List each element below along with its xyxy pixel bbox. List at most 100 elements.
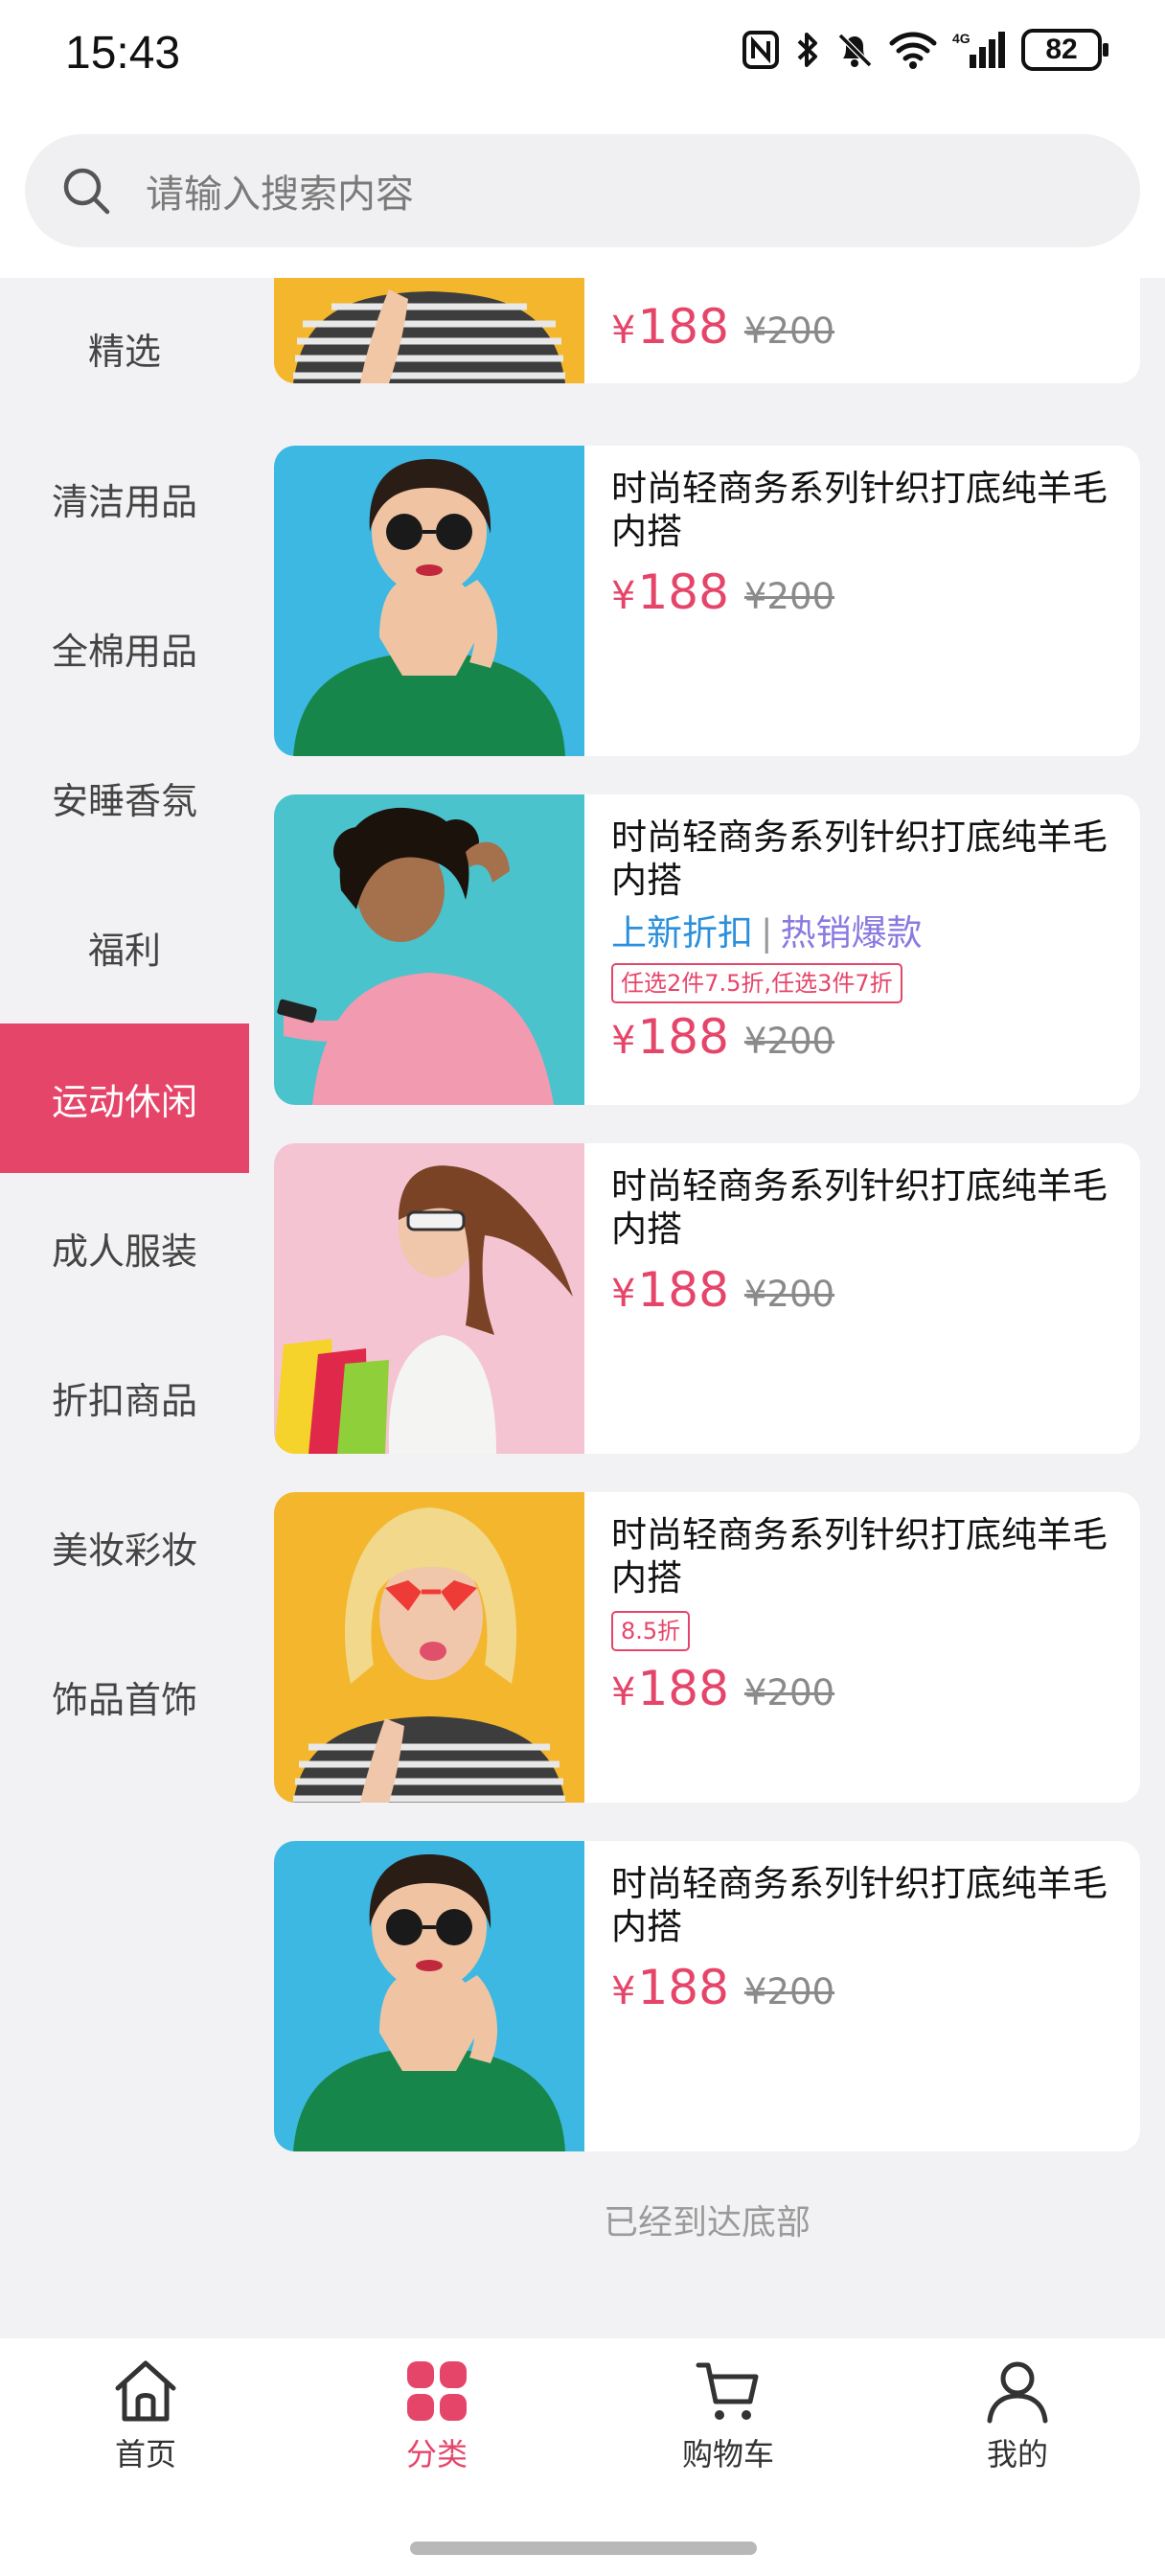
- search-input[interactable]: 请输入搜索内容: [25, 134, 1140, 247]
- sidebar-item-discount[interactable]: 折扣商品: [0, 1322, 249, 1472]
- sidebar-item-label: 美妆彩妆: [51, 1529, 197, 1572]
- search-icon: [63, 168, 110, 215]
- tab-cart-label: 购物车: [681, 2436, 774, 2472]
- product-price: ¥188: [611, 1262, 729, 1318]
- promo-badge: 任选2件7.5折,任选3件7折: [611, 963, 902, 1003]
- sidebar-item-label: 清洁用品: [51, 480, 197, 523]
- product-image: [274, 1492, 584, 1803]
- sidebar-item-label: 福利: [87, 929, 161, 972]
- battery-icon: 82: [1021, 29, 1108, 71]
- tag-new-discount: 上新折扣: [611, 912, 753, 954]
- screen: 15:43 4G 82 请输入搜索内容 精选 清洁用品 全棉用品 安睡香氛 福利…: [0, 0, 1165, 2576]
- product-price: ¥188: [611, 1009, 729, 1065]
- product-price: ¥188: [611, 1661, 729, 1716]
- tab-mine-label: 我的: [986, 2436, 1048, 2472]
- tag-hot-seller: 热销爆款: [780, 912, 923, 954]
- sidebar-item-cleaning[interactable]: 清洁用品: [0, 424, 249, 573]
- price-row: ¥188 ¥200: [611, 299, 1119, 355]
- product-title: 时尚轻商务系列针织打底纯羊毛内搭: [611, 1165, 1108, 1250]
- sidebar-item-label: 全棉用品: [51, 630, 197, 673]
- sidebar-item-sleep-fragrance[interactable]: 安睡香氛: [0, 723, 249, 872]
- tab-home-label: 首页: [114, 2436, 176, 2472]
- tab-mine[interactable]: 我的: [922, 2358, 1113, 2474]
- product-image: [274, 1841, 584, 2151]
- product-price: ¥188: [611, 1960, 729, 2015]
- product-title: 时尚轻商务系列针织打底纯羊毛内搭: [611, 816, 1108, 901]
- nfc-icon: [742, 31, 779, 69]
- product-old-price: ¥200: [743, 1672, 835, 1714]
- sidebar-item-jewelry[interactable]: 饰品首饰: [0, 1622, 249, 1771]
- product-info: 时尚轻商务系列针织打底纯羊毛内搭 8.5折 ¥188 ¥200: [611, 1513, 1119, 1716]
- product-info: 时尚轻商务系列针织打底纯羊毛内搭 上新折扣 | 热销爆款 任选2件7.5折,任选3件…: [611, 816, 1119, 1065]
- sidebar-item-label: 安睡香氛: [51, 779, 197, 822]
- search-placeholder: 请输入搜索内容: [146, 172, 414, 217]
- sidebar-item-adult-clothing[interactable]: 成人服装: [0, 1173, 249, 1322]
- battery-level: 82: [1045, 34, 1078, 65]
- product-info: 时尚轻商务系列针织打底纯羊毛内搭 ¥188 ¥200: [611, 1164, 1119, 1318]
- sidebar-item-sports-leisure[interactable]: 运动休闲: [0, 1024, 249, 1173]
- product-card[interactable]: 时尚轻商务系列针织打底纯羊毛内搭 上新折扣 | 热销爆款 任选2件7.5折,任选3件…: [274, 794, 1140, 1105]
- tab-home[interactable]: 首页: [50, 2358, 241, 2474]
- sidebar-item-featured[interactable]: 精选: [0, 278, 249, 418]
- product-info: 时尚轻商务系列针织打底纯羊毛内搭 ¥188 ¥200: [611, 467, 1119, 620]
- price-row: ¥188 ¥200: [611, 1009, 1119, 1065]
- price-row: ¥188 ¥200: [611, 1262, 1119, 1318]
- sidebar-item-label: 成人服装: [51, 1230, 197, 1273]
- price-row: ¥188 ¥200: [611, 1960, 1119, 2015]
- product-old-price: ¥200: [743, 1274, 835, 1315]
- product-info: ¥188 ¥200: [611, 278, 1119, 355]
- price-row: ¥188 ¥200: [611, 1661, 1119, 1716]
- category-sidebar: 精选 清洁用品 全棉用品 安睡香氛 福利 运动休闲 成人服装 折扣商品 美妆彩妆…: [0, 278, 249, 2338]
- sidebar-item-label: 运动休闲: [51, 1080, 197, 1123]
- category-icon: [407, 2361, 467, 2421]
- product-old-price: ¥200: [743, 576, 835, 617]
- product-price: ¥188: [611, 564, 729, 620]
- product-list: ¥188 ¥200 时尚轻商务系列针织打底纯羊毛内搭 ¥188 ¥200 时尚轻…: [274, 278, 1140, 2338]
- svg-text:4G: 4G: [952, 31, 971, 46]
- product-image: [274, 278, 584, 383]
- product-card[interactable]: 时尚轻商务系列针织打底纯羊毛内搭 ¥188 ¥200: [274, 446, 1140, 756]
- product-tags: 上新折扣 | 热销爆款: [611, 909, 1119, 957]
- list-end-text: 已经到达底部: [603, 2203, 811, 2242]
- mute-icon: [837, 33, 873, 68]
- product-title: 时尚轻商务系列针织打底纯羊毛内搭: [611, 1863, 1108, 1947]
- cart-icon: [696, 2362, 759, 2420]
- product-image: [274, 446, 584, 756]
- product-image: [274, 794, 584, 1105]
- product-title: 时尚轻商务系列针织打底纯羊毛内搭: [611, 1514, 1108, 1598]
- product-old-price: ¥200: [743, 310, 835, 352]
- status-bar: 15:43 4G 82: [0, 0, 1165, 115]
- tab-bar: 首页 分类 购物车 我的: [0, 2338, 1165, 2576]
- product-card[interactable]: 时尚轻商务系列针织打底纯羊毛内搭 ¥188 ¥200: [274, 1143, 1140, 1454]
- sidebar-item-makeup[interactable]: 美妆彩妆: [0, 1472, 249, 1622]
- product-card[interactable]: ¥188 ¥200: [274, 278, 1140, 383]
- signal-icon: 4G: [952, 31, 1005, 68]
- product-card[interactable]: 时尚轻商务系列针织打底纯羊毛内搭 8.5折 ¥188 ¥200: [274, 1492, 1140, 1803]
- product-old-price: ¥200: [743, 1971, 835, 2012]
- product-image: [274, 1143, 584, 1454]
- tab-cart[interactable]: 购物车: [632, 2358, 824, 2474]
- sidebar-item-label: 精选: [87, 330, 161, 373]
- wifi-icon: [889, 32, 937, 69]
- product-price: ¥188: [611, 299, 729, 355]
- product-old-price: ¥200: [743, 1021, 835, 1062]
- sidebar-item-label: 折扣商品: [51, 1379, 197, 1422]
- tab-category[interactable]: 分类: [341, 2358, 533, 2474]
- tag-separator: |: [761, 912, 773, 954]
- user-icon: [987, 2361, 1048, 2424]
- price-row: ¥188 ¥200: [611, 564, 1119, 620]
- product-info: 时尚轻商务系列针织打底纯羊毛内搭 ¥188 ¥200: [611, 1862, 1119, 2015]
- home-indicator[interactable]: [410, 2542, 757, 2555]
- product-title: 时尚轻商务系列针织打底纯羊毛内搭: [611, 468, 1108, 552]
- tab-category-label: 分类: [405, 2436, 468, 2472]
- status-icons: 4G 82: [742, 29, 1108, 71]
- product-card[interactable]: 时尚轻商务系列针织打底纯羊毛内搭 ¥188 ¥200: [274, 1841, 1140, 2151]
- sidebar-item-cotton[interactable]: 全棉用品: [0, 573, 249, 723]
- home-icon: [115, 2360, 176, 2422]
- sidebar-item-label: 饰品首饰: [51, 1678, 197, 1721]
- discount-badge: 8.5折: [611, 1611, 691, 1651]
- search-bar: 请输入搜索内容: [0, 115, 1165, 278]
- status-time: 15:43: [65, 28, 181, 79]
- bluetooth-icon: [797, 33, 817, 67]
- sidebar-item-welfare[interactable]: 福利: [0, 872, 249, 1022]
